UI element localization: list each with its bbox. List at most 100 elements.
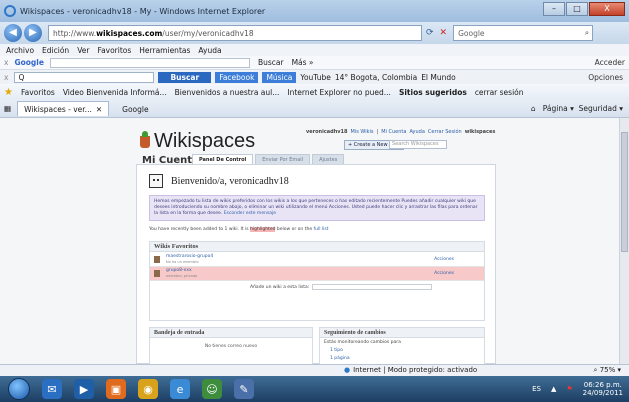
- internet-explorer-icon[interactable]: e: [170, 379, 190, 399]
- chrome-icon[interactable]: ◉: [138, 379, 158, 399]
- tray-arrow-icon[interactable]: ▲: [551, 385, 556, 393]
- youtube-button[interactable]: YouTube: [300, 73, 331, 82]
- info-notice: Hemos empezado tu lista de wikis preferi…: [149, 195, 485, 221]
- tracking-link-pagina[interactable]: 1 página: [320, 356, 484, 361]
- fav-item-ie[interactable]: Internet Explorer no pued...: [287, 88, 391, 97]
- fav-item-video[interactable]: Video Bienvenida Informá...: [63, 88, 167, 97]
- tracking-link-tipo[interactable]: 1 tipo: [320, 348, 484, 353]
- search-wikispaces-input[interactable]: Search Wikispaces: [389, 140, 447, 149]
- topnav-account[interactable]: Mi Cuenta: [381, 129, 406, 135]
- favorites-bar: ★ Favoritos Video Bienvenida Informá... …: [0, 84, 629, 100]
- maximize-button[interactable]: □: [566, 2, 588, 16]
- wikispaces-logo[interactable]: Wikispaces: [140, 130, 255, 153]
- seguridad-menu[interactable]: Seguridad: [579, 104, 617, 113]
- notice-text: Hemos empezado tu lista de wikis preferi…: [154, 199, 478, 216]
- list-item[interactable]: grupo8-xxx miembro, privado Acciones: [150, 267, 484, 281]
- folder-icon[interactable]: ▣: [106, 379, 126, 399]
- vertical-scrollbar[interactable]: [619, 118, 629, 364]
- tab-ajustes[interactable]: Ajustes: [312, 154, 345, 164]
- menu-ver[interactable]: Ver: [77, 46, 89, 55]
- tab-wikispaces-label: Wikispaces - ver...: [24, 104, 92, 114]
- flag-icon[interactable]: ⚑: [566, 385, 572, 393]
- menu-herramientas[interactable]: Herramientas: [139, 46, 190, 55]
- address-row: ◀ ▶ http://www. wikispaces.com /user/my/…: [0, 22, 629, 44]
- start-button[interactable]: [8, 378, 30, 400]
- tab-google[interactable]: Google: [115, 101, 155, 116]
- menu-ayuda[interactable]: Ayuda: [198, 46, 221, 55]
- topnav-help[interactable]: Ayuda: [409, 129, 424, 135]
- zoom-icon: ⌕: [593, 366, 598, 374]
- messenger-icon[interactable]: ☺: [202, 379, 222, 399]
- add-wiki-label: Añade un wiki a esta lista:: [250, 284, 310, 290]
- menu-archivo[interactable]: Archivo: [6, 46, 34, 55]
- favorites-button[interactable]: Favoritos: [21, 88, 55, 97]
- added-note-pre: You have recently been added to 1 wiki. …: [149, 227, 249, 232]
- paint-icon[interactable]: ✎: [234, 379, 254, 399]
- refresh-icon[interactable]: ⟳: [426, 28, 434, 38]
- favorite-wikis-header: Wikis Favoritos: [150, 242, 484, 252]
- zoom-control[interactable]: ⌕ 75% ▾: [594, 366, 621, 375]
- search-icon[interactable]: ⌕: [585, 28, 589, 38]
- google-toolbar: x Google Buscar Más » Acceder: [0, 56, 629, 70]
- language-indicator[interactable]: ES: [532, 385, 541, 393]
- wiki-actions-menu[interactable]: Acciones: [434, 271, 454, 276]
- media-icon[interactable]: ▶: [74, 379, 94, 399]
- protected-mode-status: ● Internet | Modo protegido: activado: [344, 366, 477, 374]
- tab-panel-de-control[interactable]: Panel De Control: [192, 154, 254, 164]
- favorites-star-icon[interactable]: ★: [4, 87, 13, 98]
- fav-item-cerrar[interactable]: cerrar sesión: [475, 88, 524, 97]
- fav-item-bienvenidos[interactable]: Bienvenidos a nuestra aul...: [175, 88, 280, 97]
- forward-button[interactable]: ▶: [24, 24, 42, 42]
- tab-close-icon[interactable]: ✕: [96, 105, 102, 114]
- wiki-sub: miembro, privado: [166, 274, 198, 278]
- menu-bar: Archivo Edición Ver Favoritos Herramient…: [0, 44, 629, 56]
- google-acceder-button[interactable]: Acceder: [595, 58, 625, 67]
- full-list-link[interactable]: full list: [314, 227, 329, 232]
- list-item[interactable]: maestrarosio-grupo4 No ha un miembro Acc…: [150, 253, 484, 267]
- minimize-button[interactable]: –: [543, 2, 565, 16]
- menu-favoritos[interactable]: Favoritos: [97, 46, 131, 55]
- close-toolbar2-icon[interactable]: x: [4, 73, 8, 82]
- tab-enviar-por-email[interactable]: Enviar Por Email: [255, 154, 311, 164]
- toolbar-buscar-button[interactable]: Buscar: [158, 71, 212, 83]
- wiki-name[interactable]: grupo8-xxx: [166, 268, 192, 273]
- address-bar[interactable]: http://www. wikispaces.com /user/my/vero…: [48, 25, 422, 41]
- home-icon[interactable]: ⌂: [531, 104, 536, 113]
- google-buscar-button[interactable]: Buscar: [258, 58, 284, 67]
- tracking-line: Estás monitoreando cambios para: [324, 340, 401, 345]
- topnav-my-wikis[interactable]: Mis Wikis: [351, 129, 374, 135]
- facebook-button[interactable]: Facebook: [215, 71, 259, 83]
- close-button[interactable]: X: [589, 2, 625, 16]
- fav-item-sitios[interactable]: Sitios sugeridos: [399, 88, 467, 97]
- browser-search-input[interactable]: Google ⌕: [453, 25, 594, 41]
- el-mundo-button[interactable]: El Mundo: [421, 73, 456, 82]
- pagina-menu[interactable]: Página: [543, 104, 568, 113]
- add-wiki-input[interactable]: [312, 284, 433, 290]
- tab-wikispaces[interactable]: Wikispaces - ver... ✕: [17, 101, 110, 116]
- globe-icon: ●: [344, 366, 351, 374]
- toolbar-query-input[interactable]: Q: [14, 71, 155, 83]
- system-tray: ES ▲ ⚑ 06:26 p.m. 24/09/2011: [532, 381, 623, 397]
- close-toolbar-icon[interactable]: x: [4, 58, 8, 67]
- opciones-button[interactable]: Opciones: [588, 73, 623, 82]
- tab-list-icon[interactable]: ▦: [4, 104, 11, 113]
- topnav-logout[interactable]: Cerrar Sesión: [428, 129, 462, 135]
- topnav-user[interactable]: veronicadhv18: [306, 129, 348, 135]
- wiki-name[interactable]: maestrarosio-grupo4: [166, 254, 213, 259]
- stop-icon[interactable]: ✕: [440, 28, 448, 38]
- weather-button[interactable]: 14° Bogota, Colombia: [335, 73, 417, 82]
- google-mas-button[interactable]: Más »: [292, 58, 314, 67]
- wikispaces-topnav: veronicadhv18 Mis Wikis | Mi Cuenta Ayud…: [306, 129, 495, 135]
- mail-icon[interactable]: ✉: [42, 379, 62, 399]
- menu-edicion[interactable]: Edición: [42, 46, 69, 55]
- scrollbar-thumb[interactable]: [621, 132, 628, 252]
- hide-message-link[interactable]: Esconder este mensaje: [224, 211, 276, 216]
- zoom-level: 75%: [599, 366, 616, 374]
- wiki-actions-menu[interactable]: Acciones: [434, 257, 454, 262]
- google-search-input[interactable]: [49, 57, 250, 68]
- back-button[interactable]: ◀: [4, 24, 22, 42]
- taskbar: ✉ ▶ ▣ ◉ e ☺ ✎ ES ▲ ⚑ 06:26 p.m. 24/09/20…: [0, 376, 629, 402]
- musica-button[interactable]: Música: [262, 71, 297, 83]
- clock[interactable]: 06:26 p.m. 24/09/2011: [583, 381, 623, 397]
- topnav-sep: |: [376, 129, 379, 135]
